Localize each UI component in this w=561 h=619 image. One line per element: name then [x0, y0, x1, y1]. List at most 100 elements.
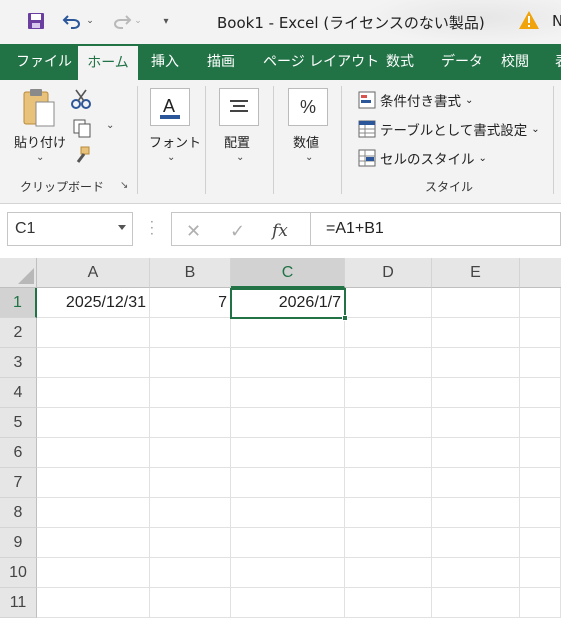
- row-header-5[interactable]: 5: [0, 408, 37, 438]
- tab-review[interactable]: 校閲: [499, 44, 531, 80]
- grid-cell[interactable]: [432, 528, 520, 558]
- grid-cell[interactable]: [231, 588, 345, 618]
- cell-b1[interactable]: 7: [150, 288, 231, 318]
- row-header-8[interactable]: 8: [0, 498, 37, 528]
- grid-cell[interactable]: [345, 378, 432, 408]
- column-header-b[interactable]: B: [150, 258, 231, 288]
- grid-cell[interactable]: [231, 468, 345, 498]
- grid-cell[interactable]: [150, 438, 231, 468]
- grid-cell[interactable]: [231, 378, 345, 408]
- redo-button[interactable]: ⌄: [106, 10, 146, 32]
- alignment-button[interactable]: 配置: [224, 132, 250, 151]
- grid-cell[interactable]: [520, 558, 561, 588]
- name-box-dropdown-icon[interactable]: [118, 225, 126, 230]
- grid-cell[interactable]: [37, 408, 150, 438]
- tab-view[interactable]: 表: [553, 44, 561, 80]
- grid-cell[interactable]: [231, 438, 345, 468]
- grid-cell[interactable]: [520, 588, 561, 618]
- format-painter-icon[interactable]: [72, 146, 92, 170]
- grid-cell[interactable]: [231, 498, 345, 528]
- tab-home[interactable]: ホーム: [78, 46, 138, 80]
- grid-cell[interactable]: [520, 528, 561, 558]
- grid-cell[interactable]: [37, 318, 150, 348]
- grid-cell[interactable]: [520, 378, 561, 408]
- save-icon[interactable]: [24, 10, 48, 32]
- number-dropdown-icon[interactable]: ⌄: [305, 152, 313, 163]
- tab-draw[interactable]: 描画: [205, 44, 237, 80]
- grid-cell[interactable]: [37, 588, 150, 618]
- column-header-a[interactable]: A: [37, 258, 150, 288]
- grid-cell[interactable]: [150, 528, 231, 558]
- grid-cell[interactable]: [150, 378, 231, 408]
- row-header-7[interactable]: 7: [0, 468, 37, 498]
- grid-cell[interactable]: [432, 288, 520, 318]
- grid-cell[interactable]: [150, 318, 231, 348]
- tab-data[interactable]: データ: [439, 44, 485, 80]
- grid-cell[interactable]: [345, 438, 432, 468]
- grid-cell[interactable]: [37, 348, 150, 378]
- column-header-f[interactable]: [520, 258, 561, 288]
- row-header-1[interactable]: 1: [0, 288, 37, 318]
- cut-icon[interactable]: [70, 88, 92, 114]
- grid-cell[interactable]: [432, 318, 520, 348]
- grid-cell[interactable]: [150, 348, 231, 378]
- grid-cell[interactable]: [37, 498, 150, 528]
- grid-cell[interactable]: [432, 558, 520, 588]
- grid-cell[interactable]: [345, 498, 432, 528]
- fill-handle[interactable]: [342, 315, 348, 321]
- paste-dropdown-icon[interactable]: ⌄: [36, 152, 44, 163]
- column-header-d[interactable]: D: [345, 258, 432, 288]
- paste-icon[interactable]: [18, 88, 58, 134]
- grid-cell[interactable]: [231, 318, 345, 348]
- number-format-icon[interactable]: %: [288, 88, 328, 126]
- grid-cell[interactable]: [345, 318, 432, 348]
- warning-icon[interactable]: [518, 10, 540, 34]
- grid-cell[interactable]: [37, 438, 150, 468]
- grid-cell[interactable]: [231, 348, 345, 378]
- grid-cell[interactable]: [37, 378, 150, 408]
- grid-cell[interactable]: [432, 408, 520, 438]
- grid-cell[interactable]: [520, 468, 561, 498]
- tab-page-layout[interactable]: ページ レイアウト: [261, 44, 381, 80]
- tab-file[interactable]: ファイル: [14, 44, 74, 80]
- name-box[interactable]: C1: [7, 212, 133, 246]
- row-header-9[interactable]: 9: [0, 528, 37, 558]
- grid-cell[interactable]: [37, 528, 150, 558]
- grid-cell[interactable]: [520, 438, 561, 468]
- cancel-icon[interactable]: ✕: [186, 221, 201, 242]
- grid-cell[interactable]: [150, 498, 231, 528]
- undo-button[interactable]: ⌄: [60, 10, 96, 32]
- grid-cell[interactable]: [520, 348, 561, 378]
- grid-cell[interactable]: [520, 288, 561, 318]
- conditional-formatting-button[interactable]: 条件付き書式 ⌄: [358, 89, 473, 111]
- font-icon[interactable]: A: [150, 88, 190, 126]
- grid-cell[interactable]: [520, 318, 561, 348]
- grid-cell[interactable]: [432, 438, 520, 468]
- grid-cell[interactable]: [231, 558, 345, 588]
- grid-cell[interactable]: [520, 498, 561, 528]
- paste-button[interactable]: 貼り付け: [14, 132, 66, 151]
- number-button[interactable]: 数値: [293, 132, 319, 151]
- cell-styles-button[interactable]: セルのスタイル ⌄: [358, 147, 487, 169]
- grid-cell[interactable]: [432, 378, 520, 408]
- grid-cell[interactable]: [432, 498, 520, 528]
- grid-cell[interactable]: [150, 558, 231, 588]
- copy-dropdown-icon[interactable]: ⌄: [106, 120, 114, 131]
- grid-cell[interactable]: [345, 348, 432, 378]
- grid-cell[interactable]: [345, 558, 432, 588]
- formula-bar-handle-icon[interactable]: · · ·: [150, 216, 154, 240]
- column-header-c[interactable]: C: [231, 258, 345, 288]
- customize-qat-icon[interactable]: ▾: [158, 10, 174, 32]
- font-dropdown-icon[interactable]: ⌄: [167, 152, 175, 163]
- insert-function-icon[interactable]: fx: [272, 221, 288, 241]
- select-all-button[interactable]: [0, 258, 37, 288]
- grid-cell[interactable]: [150, 468, 231, 498]
- copy-icon[interactable]: [72, 118, 92, 142]
- account-name[interactable]: N: [552, 12, 561, 30]
- alignment-icon[interactable]: [219, 88, 259, 126]
- column-header-e[interactable]: E: [432, 258, 520, 288]
- grid-cell[interactable]: [37, 558, 150, 588]
- grid-cell[interactable]: [345, 408, 432, 438]
- grid-cell[interactable]: [150, 588, 231, 618]
- tab-formulas[interactable]: 数式: [384, 44, 416, 80]
